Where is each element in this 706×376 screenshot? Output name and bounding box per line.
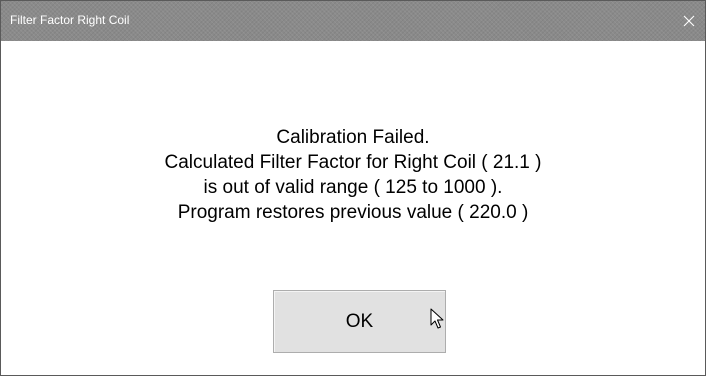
- window-title: Filter Factor Right Coil: [10, 13, 130, 27]
- message-line-calculated-value: Calculated Filter Factor for Right Coil …: [164, 152, 542, 173]
- message-line-status: Calibration Failed.: [276, 127, 430, 148]
- message-text: Calibration Failed. Calculated Filter Fa…: [1, 125, 705, 225]
- ok-button[interactable]: OK: [273, 290, 446, 353]
- message-line-valid-range: is out of valid range ( 125 to 1000 ).: [203, 177, 503, 198]
- close-icon: [683, 15, 695, 27]
- ok-button-label: OK: [345, 311, 374, 332]
- message-line-restored-value: Program restores previous value ( 220.0 …: [177, 202, 529, 223]
- mouse-pointer-icon: [430, 308, 444, 329]
- title-bar[interactable]: Filter Factor Right Coil: [1, 1, 705, 41]
- message-dialog: Filter Factor Right Coil Calibration Fai…: [0, 0, 706, 376]
- close-button[interactable]: [673, 1, 705, 41]
